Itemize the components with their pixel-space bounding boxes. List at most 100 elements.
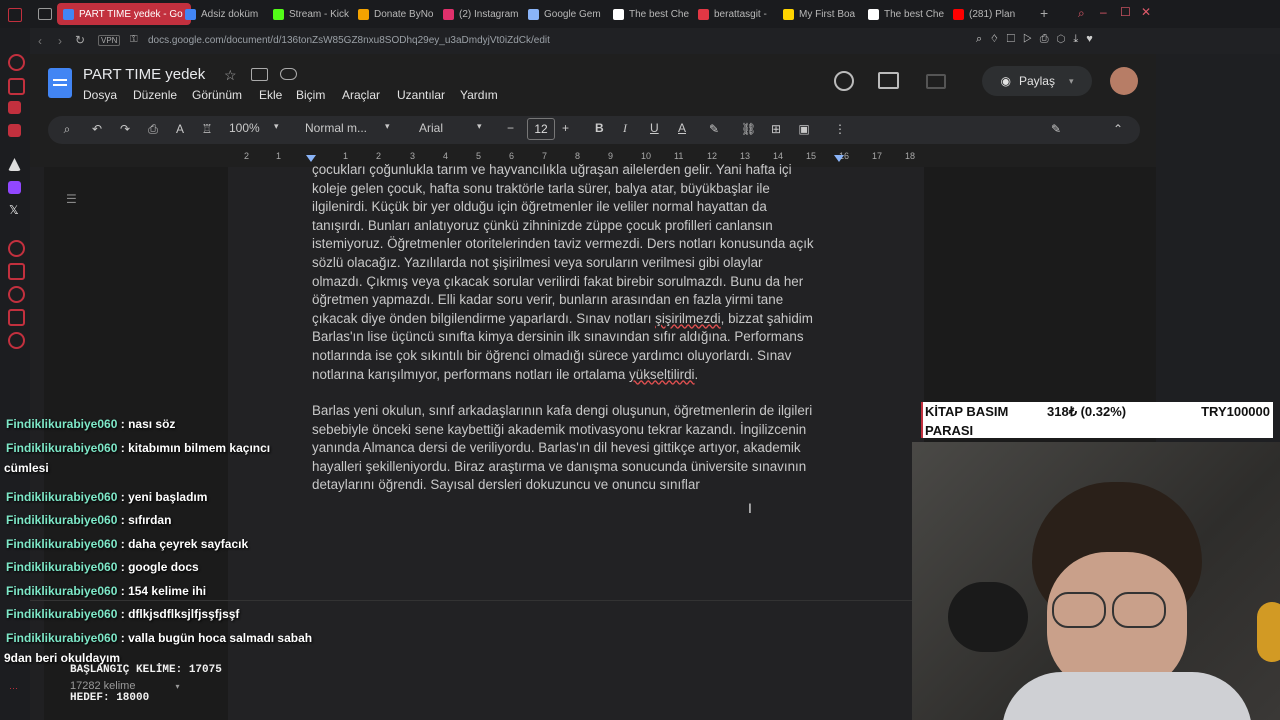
vpn-badge[interactable]: VPN — [98, 35, 121, 46]
bold-button[interactable]: B — [595, 121, 604, 135]
insert-image-icon[interactable]: ▣ — [797, 122, 811, 136]
url-field[interactable]: docs.google.com/document/d/136tonZsW85GZ… — [148, 35, 550, 46]
sidebar-clock-icon[interactable] — [8, 286, 25, 303]
forward-icon[interactable]: › — [58, 34, 62, 48]
chat-username[interactable]: Findiklikurabiye060 — [6, 584, 117, 598]
new-tab-button[interactable]: + — [1040, 5, 1048, 21]
browser-tab[interactable]: My First Boa — [783, 3, 863, 25]
browser-tab[interactable]: Adsiz doküm — [185, 3, 267, 25]
reload-icon[interactable]: ↻ — [75, 33, 85, 47]
chat-username[interactable]: Findiklikurabiye060 — [6, 537, 117, 551]
browser-tab[interactable]: (2) Instagram — [443, 3, 523, 25]
highlight-icon[interactable]: ✎ — [707, 122, 721, 136]
menu-item[interactable]: Uzantılar — [397, 88, 445, 102]
chat-username[interactable]: Findiklikurabiye060 — [6, 560, 117, 574]
increase-font-size-button[interactable]: + — [562, 121, 569, 135]
browser-tab[interactable]: The best Che — [613, 3, 693, 25]
print-icon[interactable]: ⎙ — [146, 122, 160, 136]
style-select[interactable]: Normal m... — [305, 121, 367, 135]
menu-item[interactable]: Ekle — [259, 88, 282, 102]
opera-logo-icon[interactable] — [8, 8, 22, 22]
browser-tab[interactable]: berattasgit - — [698, 3, 778, 25]
misspelled-word[interactable]: yükseltilirdi — [629, 367, 694, 382]
cloud-status-icon[interactable] — [280, 68, 297, 80]
sidebar-history-icon[interactable] — [8, 240, 25, 257]
add-comment-icon[interactable]: ⊞ — [769, 122, 783, 136]
back-icon[interactable]: ‹ — [38, 34, 42, 48]
font-select[interactable]: Arial — [419, 121, 443, 135]
document-title[interactable]: PART TIME yedek — [83, 66, 205, 83]
chat-username[interactable]: Findiklikurabiye060 — [6, 513, 117, 527]
search-icon[interactable]: ⌕ — [1078, 6, 1085, 21]
sidebar-instagram-icon[interactable] — [8, 124, 21, 137]
menu-item[interactable]: Görünüm — [192, 88, 242, 102]
sidebar-extensions-icon[interactable] — [8, 309, 25, 326]
editing-mode-icon[interactable]: ✎ — [1049, 122, 1063, 136]
sidebar-maps-icon[interactable] — [8, 78, 25, 95]
outline-icon[interactable]: ☰ — [66, 192, 77, 206]
font-size-input[interactable]: 12 — [527, 118, 555, 140]
chat-separator: : — [117, 417, 129, 431]
account-avatar[interactable] — [1110, 67, 1138, 95]
tab-favicon-icon — [443, 8, 454, 20]
menu-item[interactable]: Araçlar — [342, 88, 380, 102]
paragraph-2[interactable]: Barlas yeni okulun, sınıf arkadaşlarının… — [312, 402, 852, 495]
menu-item[interactable]: Dosya — [83, 88, 117, 102]
chat-username[interactable]: Findiklikurabiye060 — [6, 441, 117, 455]
sidebar-twitch-icon[interactable] — [8, 181, 21, 194]
browser-tab[interactable]: (281) Plan — [953, 3, 1033, 25]
menu-item[interactable]: Düzenle — [133, 88, 177, 102]
zoom-select[interactable]: 100% — [229, 121, 260, 135]
link-icon[interactable]: ⛓ — [741, 122, 756, 136]
docs-logo-icon[interactable] — [48, 68, 72, 98]
search-menus-icon[interactable]: ⌕ — [60, 122, 74, 136]
menu-item[interactable]: Biçim — [296, 88, 325, 102]
chat-username[interactable]: Findiklikurabiye060 — [6, 490, 117, 504]
meet-icon[interactable] — [926, 74, 946, 89]
browser-tab[interactable]: PART TIME yedek - Go — [57, 3, 191, 25]
version-history-icon[interactable] — [834, 71, 854, 91]
sidebar-messenger-icon[interactable] — [8, 101, 21, 114]
comments-icon[interactable] — [878, 72, 899, 89]
text-line: koleje gelen çocuk, hafta sonu traktörle… — [312, 180, 770, 196]
word-count-badge[interactable]: 17282 kelime ▾ — [70, 680, 179, 692]
share-button[interactable]: ◉ Paylaş ▾ — [982, 66, 1092, 96]
sidebar-aria-icon[interactable] — [8, 54, 25, 71]
chat-username[interactable]: Findiklikurabiye060 — [6, 417, 117, 431]
star-icon[interactable]: ☆ — [224, 67, 237, 84]
secure-lock-icon[interactable]: ⚿ — [130, 34, 138, 45]
hide-menus-icon[interactable]: ⌃ — [1111, 122, 1125, 136]
italic-button[interactable]: I — [623, 121, 627, 136]
ruler-tick-label: 6 — [509, 151, 515, 161]
more-options-icon[interactable]: ⋮ — [833, 122, 847, 136]
chat-username[interactable]: Findiklikurabiye060 — [6, 631, 117, 645]
chat-message: Findiklikurabiye060 : nası söz — [6, 417, 175, 431]
undo-icon[interactable]: ↶ — [90, 122, 104, 136]
chat-username[interactable]: Findiklikurabiye060 — [6, 607, 117, 621]
browser-tab[interactable]: Donate ByNo — [358, 3, 438, 25]
tab-menu-icon[interactable] — [38, 8, 52, 20]
paint-format-icon[interactable]: ♖ — [200, 122, 214, 136]
text-color-button[interactable]: A — [678, 121, 686, 135]
browser-tab[interactable]: Stream - Kick — [273, 3, 353, 25]
maximize-icon[interactable]: ☐ — [1120, 5, 1131, 19]
sidebar-bookmarks-icon[interactable] — [8, 263, 25, 280]
move-folder-icon[interactable] — [251, 68, 268, 81]
minimize-icon[interactable]: – — [1100, 5, 1107, 19]
sidebar-settings-icon[interactable] — [8, 332, 25, 349]
stream-chat: Findiklikurabiye060 : nası söz Findikliku… — [0, 417, 340, 670]
misspelled-word[interactable]: şişirilmezdi — [655, 311, 720, 326]
address-bar-actions[interactable]: ⌕♢☐▷⎙⬡⤓♥ — [976, 33, 1101, 46]
sidebar-x-icon[interactable]: 𝕏 — [9, 203, 19, 217]
tab-label: My First Boa — [799, 8, 856, 20]
decrease-font-size-button[interactable]: − — [507, 121, 514, 135]
browser-tab[interactable]: The best Che — [868, 3, 948, 25]
menu-item[interactable]: Yardım — [460, 88, 498, 102]
close-window-icon[interactable]: ✕ — [1141, 5, 1151, 19]
redo-icon[interactable]: ↷ — [118, 122, 132, 136]
browser-tab[interactable]: Google Gem — [528, 3, 608, 25]
paragraph-1[interactable]: çocukları çoğunlukla tarım ve hayvancılı… — [312, 161, 852, 384]
sidebar-more-icon[interactable]: ⋯ — [9, 683, 18, 694]
spellcheck-icon[interactable]: A — [173, 122, 187, 136]
underline-button[interactable]: U — [650, 121, 659, 135]
